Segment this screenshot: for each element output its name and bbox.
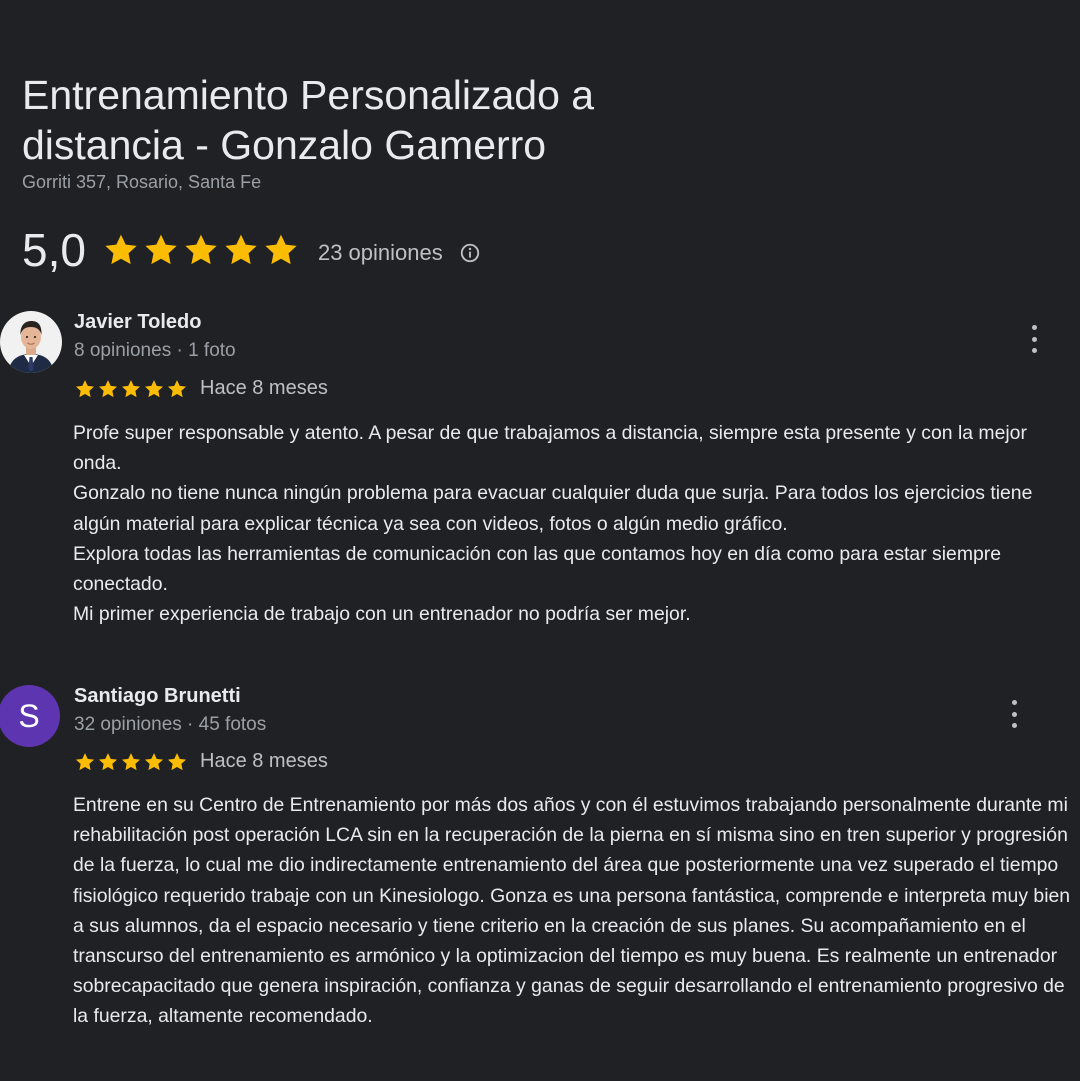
reviewer-name[interactable]: Javier Toledo: [74, 311, 201, 334]
review-stars: [74, 378, 188, 400]
review-paragraph: Explora todas las herramientas de comuni…: [73, 542, 1002, 596]
star-icon: [121, 752, 141, 770]
star-icon: [265, 234, 297, 265]
star-icon: [225, 234, 257, 265]
review-paragraph: Entrene en su Centro de Entrenamiento po…: [73, 794, 1071, 1028]
review-paragraph: Gonzalo no tiene nunca ningún problema p…: [73, 482, 1033, 535]
star-icon: [98, 379, 118, 397]
place-address: Gorriti 357, Rosario, Santa Fe: [22, 172, 262, 192]
more-vert-icon[interactable]: [1022, 325, 1046, 353]
place-header: Entrenamiento Personalizado a distancia …: [22, 70, 1022, 193]
star-icon: [75, 752, 95, 770]
review-paragraph: Profe super responsable y atento. A pesa…: [73, 422, 1027, 475]
star-icon: [105, 234, 137, 265]
star-icon: [185, 234, 217, 265]
reviewer-name[interactable]: Santiago Brunetti: [74, 685, 241, 708]
avatar[interactable]: S: [0, 685, 60, 747]
reviewer-meta: 32 opiniones · 45 fotos: [74, 714, 267, 735]
star-icon: [144, 752, 164, 770]
avatar-photo: [0, 311, 62, 373]
review-paragraph: Mi primer experiencia de trabajo con un …: [73, 603, 691, 626]
review-time: Hace 8 meses: [200, 377, 328, 399]
review-text: Entrene en su Centro de Entrenamiento po…: [73, 790, 1075, 1032]
overall-rating: 5,0 23 opiniones: [22, 222, 481, 278]
star-icon: [121, 379, 141, 397]
review-stars: [74, 751, 188, 773]
star-icon: [144, 379, 164, 397]
star-icon: [167, 379, 187, 397]
info-icon[interactable]: [459, 242, 481, 264]
rating-value: 5,0: [22, 224, 86, 276]
review-rating: Hace 8 meses: [74, 750, 328, 773]
review-text: Profe super responsable y atento. A pesa…: [73, 418, 1073, 629]
star-icon: [98, 752, 118, 770]
reviewer-meta: 8 opiniones · 1 foto: [74, 340, 236, 361]
overall-stars: [102, 231, 300, 269]
star-icon: [167, 752, 187, 770]
review-rating: Hace 8 meses: [74, 377, 328, 400]
avatar[interactable]: [0, 311, 62, 373]
reviews-count-link[interactable]: 23 opiniones: [318, 240, 443, 266]
place-title: Entrenamiento Personalizado a distancia …: [22, 72, 595, 168]
star-icon: [145, 234, 177, 265]
star-icon: [75, 379, 95, 397]
review-time: Hace 8 meses: [200, 750, 328, 772]
more-vert-icon[interactable]: [1002, 700, 1026, 728]
